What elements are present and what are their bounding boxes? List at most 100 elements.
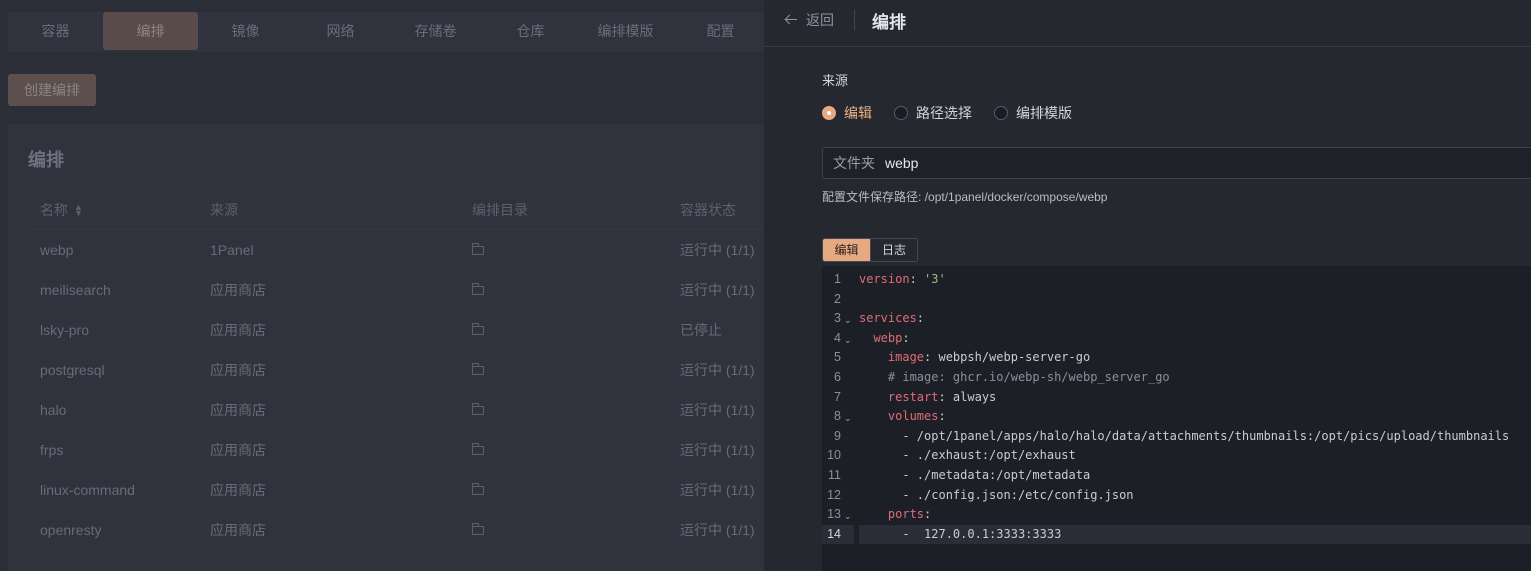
- row-status: 运行中 (1/1): [680, 282, 755, 298]
- row-source: 应用商店: [210, 362, 266, 378]
- row-name[interactable]: halo: [28, 402, 198, 418]
- back-button[interactable]: 返回: [784, 10, 834, 30]
- drawer-title: 编排: [872, 13, 906, 32]
- folder-icon[interactable]: [472, 243, 484, 255]
- code-editor[interactable]: 1 2 3 ⌄ 4 ⌄ 5 6 7 8 ⌄ 9 10 11 12 13 ⌄ 14 version: '3' serv…: [822, 266, 1531, 571]
- row-status: 运行中 (1/1): [680, 242, 755, 258]
- header-name[interactable]: 名称 ▲ ▼: [28, 200, 198, 220]
- row-name[interactable]: openresty: [28, 522, 198, 538]
- folder-icon[interactable]: [472, 403, 484, 415]
- tab-images[interactable]: 镜像: [198, 12, 293, 50]
- compose-card: 编排 名称 ▲ ▼ 来源 编排目录 容器状态 webp 1Panel 运行中 (1/1…: [8, 124, 764, 571]
- row-directory[interactable]: [456, 522, 668, 538]
- arrow-left-icon: [784, 13, 798, 27]
- table-row[interactable]: webp 1Panel 运行中 (1/1): [28, 230, 764, 270]
- row-source: 1Panel: [210, 242, 254, 258]
- table-row[interactable]: frps 应用商店 运行中 (1/1): [28, 430, 764, 470]
- tab-compose-templates[interactable]: 编排模版: [578, 12, 673, 50]
- line-number: 3 ⌄: [822, 309, 854, 329]
- tab-volumes[interactable]: 存储卷: [388, 12, 483, 50]
- tab-config[interactable]: 配置: [673, 12, 764, 50]
- code-line[interactable]: image: webpsh/webp-server-go: [859, 348, 1531, 368]
- row-directory[interactable]: [456, 482, 668, 498]
- folder-input[interactable]: [885, 155, 1485, 171]
- folder-icon[interactable]: [472, 483, 484, 495]
- table-row[interactable]: lsky-pro 应用商店 已停止: [28, 310, 764, 350]
- code-line[interactable]: volumes:: [859, 407, 1531, 427]
- radio-dot: [822, 106, 836, 120]
- tab-containers[interactable]: 容器: [8, 12, 103, 50]
- row-name[interactable]: webp: [28, 242, 198, 258]
- radio-dot: [894, 106, 908, 120]
- table-row[interactable]: postgresql 应用商店 运行中 (1/1): [28, 350, 764, 390]
- code-line[interactable]: - ./metadata:/opt/metadata: [859, 466, 1531, 486]
- code-line[interactable]: - /opt/1panel/apps/halo/halo/data/attach…: [859, 427, 1531, 447]
- fold-chevron-icon[interactable]: ⌄: [844, 505, 854, 525]
- code-line[interactable]: ports:: [859, 505, 1531, 525]
- row-name[interactable]: postgresql: [28, 362, 198, 378]
- fold-chevron-icon[interactable]: ⌄: [844, 407, 854, 427]
- row-status: 运行中 (1/1): [680, 482, 755, 498]
- sort-icon[interactable]: ▲ ▼: [74, 202, 83, 217]
- row-directory[interactable]: [456, 322, 668, 338]
- row-directory[interactable]: [456, 402, 668, 418]
- code-line[interactable]: [859, 290, 1531, 310]
- line-number: 1: [822, 270, 854, 290]
- code-line[interactable]: restart: always: [859, 388, 1531, 408]
- tab-compose[interactable]: 编排: [103, 12, 198, 50]
- code-line[interactable]: - ./config.json:/etc/config.json: [859, 486, 1531, 506]
- row-directory[interactable]: [456, 242, 668, 258]
- row-name[interactable]: frps: [28, 442, 198, 458]
- line-number: 11: [822, 466, 854, 486]
- line-number: 13 ⌄: [822, 505, 854, 525]
- editor-tab-log[interactable]: 日志: [870, 239, 917, 261]
- code-line[interactable]: - 127.0.0.1:3333:3333: [859, 524, 1531, 545]
- fold-chevron-icon[interactable]: ⌄: [844, 309, 854, 329]
- compose-drawer: 返回 编排 来源 编辑 路径选择 编排模版 文件夹 配置文件保存路径: /opt…: [764, 0, 1531, 571]
- save-path-label: 配置文件保存路径:: [822, 190, 922, 204]
- folder-icon[interactable]: [472, 323, 484, 335]
- fold-chevron-icon[interactable]: ⌄: [844, 329, 854, 349]
- code-line[interactable]: - ./exhaust:/opt/exhaust: [859, 446, 1531, 466]
- folder-icon[interactable]: [472, 283, 484, 295]
- row-name[interactable]: lsky-pro: [28, 322, 198, 338]
- save-path: 配置文件保存路径: /opt/1panel/docker/compose/web…: [822, 188, 1107, 205]
- source-radio-path[interactable]: 路径选择: [894, 103, 972, 123]
- line-number: 12: [822, 486, 854, 506]
- drawer-header: 返回 编排: [764, 0, 1531, 47]
- folder-icon[interactable]: [472, 363, 484, 375]
- table-row[interactable]: linux-command 应用商店 运行中 (1/1): [28, 470, 764, 510]
- create-compose-button[interactable]: 创建编排: [8, 74, 96, 106]
- row-directory[interactable]: [456, 442, 668, 458]
- code-line[interactable]: services:: [859, 309, 1531, 329]
- row-directory[interactable]: [456, 362, 668, 378]
- row-status: 运行中 (1/1): [680, 442, 755, 458]
- editor-tab-edit[interactable]: 编辑: [823, 239, 870, 261]
- source-radio-edit[interactable]: 编辑: [822, 103, 872, 123]
- row-name[interactable]: linux-command: [28, 482, 198, 498]
- code-line[interactable]: version: '3': [859, 270, 1531, 290]
- tab-networks[interactable]: 网络: [293, 12, 388, 50]
- row-directory[interactable]: [456, 282, 668, 298]
- table-row[interactable]: meilisearch 应用商店 运行中 (1/1): [28, 270, 764, 310]
- background-page: 容器 编排 镜像 网络 存储卷 仓库 编排模版 配置 创建编排 编排 名称 ▲ ▼…: [0, 0, 764, 571]
- row-name[interactable]: meilisearch: [28, 282, 198, 298]
- source-radio-template[interactable]: 编排模版: [994, 103, 1072, 123]
- table-row[interactable]: halo 应用商店 运行中 (1/1): [28, 390, 764, 430]
- folder-icon[interactable]: [472, 523, 484, 535]
- row-source: 应用商店: [210, 402, 266, 418]
- code-line[interactable]: # image: ghcr.io/webp-sh/webp_server_go: [859, 368, 1531, 388]
- tab-repositories[interactable]: 仓库: [483, 12, 578, 50]
- code-content[interactable]: version: '3' services: webp: image: webps…: [859, 270, 1531, 545]
- code-line[interactable]: webp:: [859, 329, 1531, 349]
- table-row[interactable]: openresty 应用商店 运行中 (1/1): [28, 510, 764, 550]
- source-label: 来源: [822, 73, 849, 88]
- folder-prefix: 文件夹: [833, 155, 875, 171]
- header-source: 来源: [210, 201, 238, 218]
- folder-icon[interactable]: [472, 443, 484, 455]
